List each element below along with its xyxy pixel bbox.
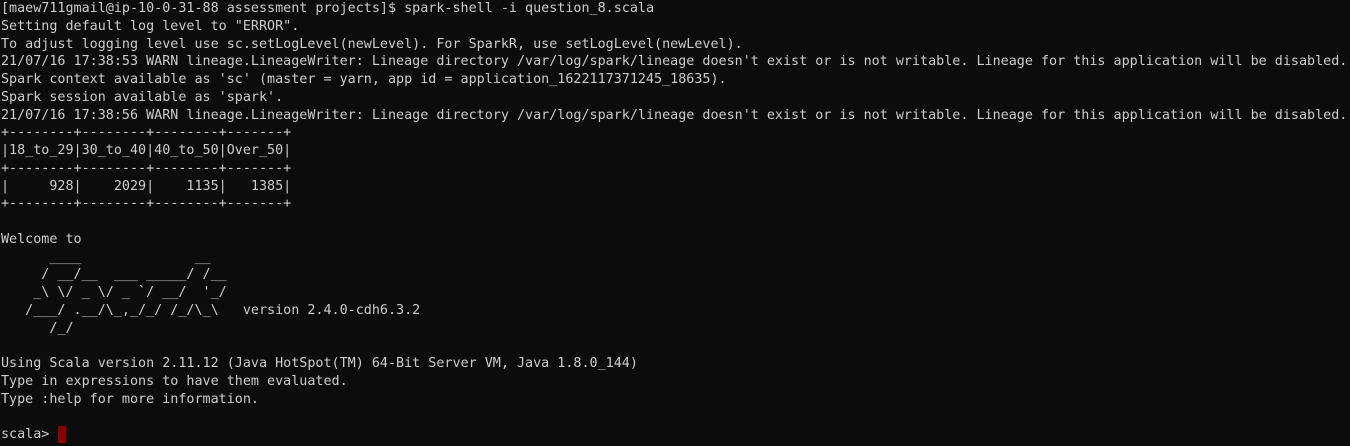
- spark-logo-line-3: _\ \/ _ \/ _ `/ __/ '_/: [1, 285, 227, 300]
- scala-prompt: scala>: [1, 427, 58, 442]
- spark-context-message: Spark context available as 'sc' (master …: [1, 72, 727, 87]
- text-cursor[interactable]: [58, 426, 67, 444]
- scala-prompt-line[interactable]: scala>: [0, 426, 1350, 444]
- command-line: [maew711gmail@ip-10-0-31-88 assessment p…: [1, 1, 655, 16]
- spark-logo-line-1: ____ __: [1, 249, 211, 265]
- table-border-top: +--------+--------+--------+-------+: [1, 125, 292, 141]
- terminal-window[interactable]: [maew711gmail@ip-10-0-31-88 assessment p…: [0, 0, 1350, 446]
- spark-logo-version-line: /___/ .__/\_,_/_/ /_/\_\ version 2.4.0-c…: [1, 302, 421, 318]
- help-message: Type :help for more information.: [1, 391, 259, 407]
- log-adjust-message: To adjust logging level use sc.setLogLev…: [1, 36, 743, 52]
- table-data-row: | 928| 2029| 1135| 1385|: [1, 178, 292, 194]
- spark-logo-line-2: / __/__ ___ _____/ /__: [1, 267, 227, 283]
- spark-session-message: Spark session available as 'spark'.: [1, 89, 284, 105]
- welcome-text: Welcome to: [1, 231, 82, 247]
- lineage-warning-2: 21/07/16 17:38:56 WARN lineage.LineageWr…: [1, 107, 1348, 123]
- type-expressions-message: Type in expressions to have them evaluat…: [1, 373, 348, 389]
- log-level-message: Setting default log level to "ERROR".: [1, 18, 300, 34]
- spark-logo-line-5: /_/: [1, 320, 74, 336]
- table-border-middle: +--------+--------+--------+-------+: [1, 160, 292, 176]
- lineage-warning-1: 21/07/16 17:38:53 WARN lineage.LineageWr…: [1, 54, 1348, 70]
- table-header-row: |18_to_29|30_to_40|40_to_50|Over_50|: [1, 143, 292, 158]
- scala-version-message: Using Scala version 2.11.12 (Java HotSpo…: [1, 356, 638, 371]
- table-border-bottom: +--------+--------+--------+-------+: [1, 196, 292, 212]
